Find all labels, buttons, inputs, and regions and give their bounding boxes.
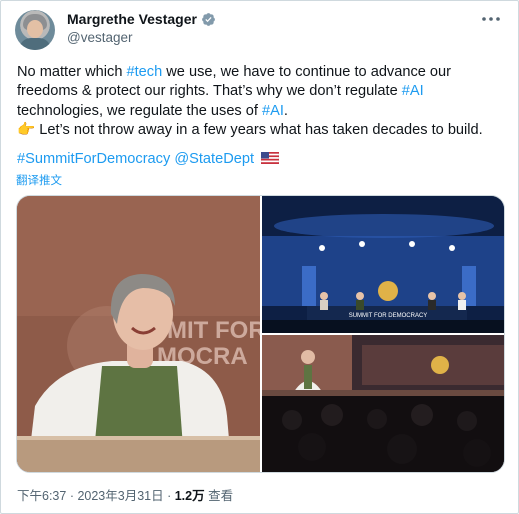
tweet-card: Margrethe Vestager @vestager No matter w… [0,0,519,514]
photo-stage-panel[interactable]: SUMMIT FOR DEMOCRACY [262,196,504,333]
tweet-tags-line: #SummitForDemocracy @StateDept [17,151,280,167]
hashtag-tech-link[interactable]: #tech [127,64,163,80]
tweet-footer: 下午6:37 · 2023年3月31日 · 1.2万 查看 [17,485,233,504]
author-handle[interactable]: @vestager [67,30,132,45]
tweet-text-segment: Let’s not throw away in a few years what… [35,121,483,138]
avatar[interactable] [15,10,55,50]
pointing-hand-emoji-icon: 👉 [17,121,36,138]
tweet-text-segment: freedoms & protect our rights. That’s wh… [17,83,402,100]
photo-audience[interactable] [262,335,504,472]
tweet-text-segment: technologies, we regulate the uses of [17,102,263,119]
photo-speaker[interactable]: MIT FOR MOCRA [17,196,260,472]
us-flag-icon [261,152,280,164]
translate-tweet-link[interactable]: 翻译推文 [16,172,62,188]
mention-statedept-link[interactable]: @StateDept [174,151,254,167]
tweet-time[interactable]: 下午6:37 [17,489,66,503]
avatar-body [19,38,51,50]
tweet-line-4: 👉 Let’s not throw away in a few years wh… [17,121,507,140]
views-label: 查看 [204,489,234,503]
tweet-text: No matter which #tech we use, we have to… [17,63,507,140]
tweet-line-1: No matter which #tech we use, we have to… [17,63,507,82]
tweet-line-2: freedoms & protect our rights. That’s wh… [17,82,507,101]
backdrop-sign-line-1: MIT FOR [167,317,260,344]
tweet-text-segment: No matter which [17,64,127,80]
photo-audience-art [262,335,504,472]
footer-separator: · [66,489,78,503]
hashtag-ai-link[interactable]: #AI [402,83,424,99]
hashtag-ai-link[interactable]: #AI [262,103,284,119]
views-count: 1.2万 [174,489,205,503]
author-display-name[interactable]: Margrethe Vestager [67,11,197,27]
tweet-text-segment: we use, we have to continue to advance o… [162,64,452,80]
tweet-text-segment: . [283,102,288,119]
tweet-line-3: technologies, we regulate the uses of #A… [17,102,507,121]
verified-badge-icon [202,12,215,26]
stage-banner-text: SUMMIT FOR DEMOCRACY [349,313,428,319]
avatar-face [27,20,43,38]
photo-speaker-art: MIT FOR MOCRA [17,196,260,472]
footer-separator: · [163,489,175,503]
tweet-date[interactable]: 2023年3月31日 [77,489,163,503]
more-options-icon[interactable] [481,12,501,24]
author-name-row: Margrethe Vestager [67,11,216,27]
hashtag-summit-link[interactable]: #SummitForDemocracy [17,151,170,167]
media-grid: MIT FOR MOCRA SUMMIT FOR DEMOCRACY [16,195,505,473]
photo-stage-panel-art: SUMMIT FOR DEMOCRACY [262,196,504,333]
